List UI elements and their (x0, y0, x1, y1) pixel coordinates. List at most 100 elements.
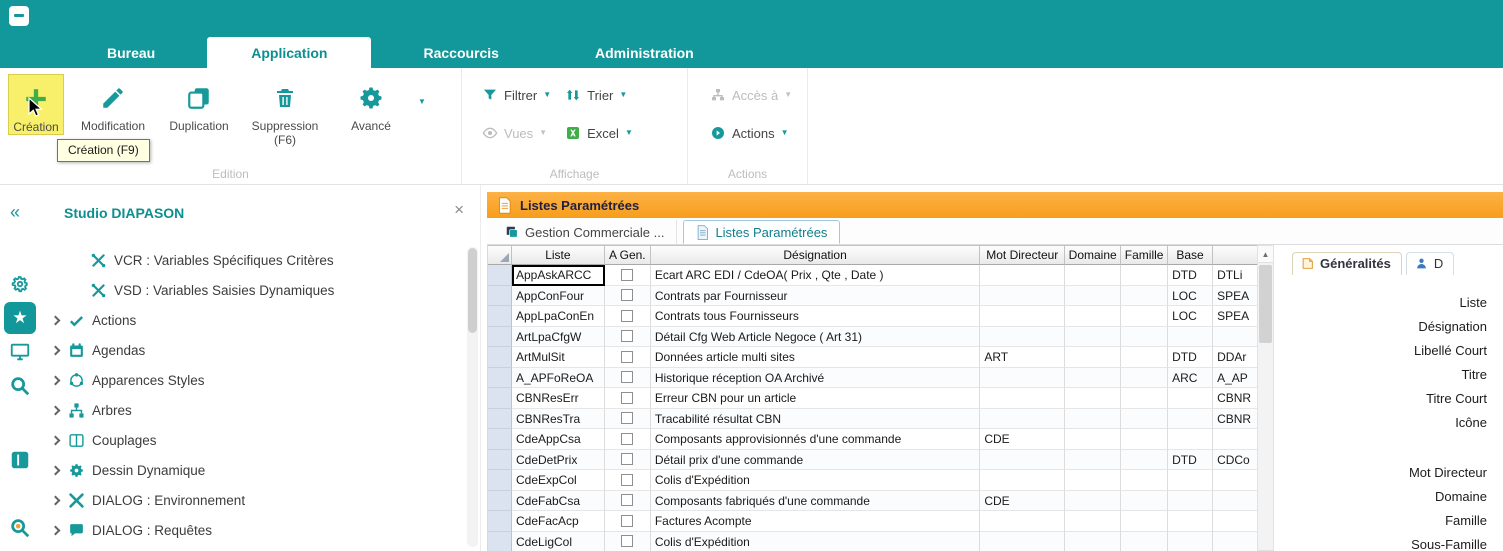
cell-designation[interactable]: Colis d'Expédition (651, 532, 981, 551)
tree-item-arbres[interactable]: Arbres (40, 395, 467, 425)
cell-base[interactable] (1168, 491, 1213, 512)
cell-extra[interactable]: CBNR (1213, 409, 1257, 430)
filtrer-button[interactable]: Filtrer ▼ (482, 84, 551, 106)
expander-icon[interactable] (46, 497, 64, 504)
row-selector[interactable] (488, 470, 512, 491)
cell-base[interactable] (1168, 388, 1213, 409)
table-row[interactable]: ArtLpaCfgW Détail Cfg Web Article Negoce … (488, 327, 1257, 348)
app-window-icon[interactable] (9, 6, 29, 26)
cell-liste[interactable]: A_APFoReOA (512, 368, 605, 389)
tree-item-dialog-requetes[interactable]: DIALOG : Requêtes (40, 515, 467, 545)
column-header-Désignation[interactable]: Désignation (651, 245, 981, 265)
cell-base[interactable]: LOC (1168, 286, 1213, 307)
tree-item-vsd[interactable]: VSD : Variables Saisies Dynamiques (40, 275, 467, 305)
a-gen-checkbox[interactable] (621, 453, 633, 465)
a-gen-checkbox[interactable] (621, 474, 633, 486)
cell-liste[interactable]: CdeAppCsa (512, 429, 605, 450)
tab-listes-parametrees[interactable]: Listes Paramétrées (683, 220, 840, 244)
cell-mot[interactable] (980, 470, 1065, 491)
modification-button[interactable]: Modification (70, 74, 156, 133)
expander-icon[interactable] (46, 527, 64, 534)
cell-liste[interactable]: CdeLigCol (512, 532, 605, 551)
cell-domaine[interactable] (1065, 347, 1121, 368)
cell-famille[interactable] (1121, 306, 1168, 327)
cell-famille[interactable] (1121, 286, 1168, 307)
cell-gen[interactable] (605, 450, 651, 471)
expander-icon[interactable] (46, 317, 64, 324)
tree-item-dialog-environnement[interactable]: DIALOG : Environnement (40, 485, 467, 515)
cell-gen[interactable] (605, 532, 651, 551)
cell-designation[interactable]: Tracabilité résultat CBN (651, 409, 981, 430)
cell-designation[interactable]: Erreur CBN pour un article (651, 388, 981, 409)
cell-base[interactable] (1168, 327, 1213, 348)
cell-gen[interactable] (605, 409, 651, 430)
cell-extra[interactable] (1213, 429, 1257, 450)
cell-base[interactable]: LOC (1168, 306, 1213, 327)
row-selector[interactable] (488, 347, 512, 368)
cell-designation[interactable]: Contrats par Fournisseur (651, 286, 981, 307)
tree-item-vcr[interactable]: VCR : Variables Spécifiques Critères (40, 245, 467, 275)
cell-liste[interactable]: CdeExpCol (512, 470, 605, 491)
table-row[interactable]: CdeAppCsaComposants approvisionnés d'une… (488, 429, 1257, 450)
tab-gestion-commerciale[interactable]: Gestion Commerciale ... (493, 220, 677, 244)
cell-liste[interactable]: CdeDetPrix (512, 450, 605, 471)
table-row[interactable]: AppLpaConEnContrats tous FournisseursLOC… (488, 306, 1257, 327)
actions-button[interactable]: Actions ▼ (710, 122, 807, 144)
trier-button[interactable]: Trier ▼ (565, 84, 633, 106)
cell-famille[interactable] (1121, 429, 1168, 450)
cell-mot[interactable]: ART (980, 347, 1065, 368)
a-gen-checkbox[interactable] (621, 535, 633, 547)
cell-base[interactable] (1168, 429, 1213, 450)
a-gen-checkbox[interactable] (621, 412, 633, 424)
row-selector[interactable] (488, 388, 512, 409)
cell-mot[interactable] (980, 532, 1065, 551)
expander-icon[interactable] (46, 467, 64, 474)
cell-domaine[interactable] (1065, 532, 1121, 551)
cell-extra[interactable] (1213, 327, 1257, 348)
cell-designation[interactable]: Composants fabriqués d'une commande (651, 491, 981, 512)
cell-domaine[interactable] (1065, 511, 1121, 532)
tab-bureau[interactable]: Bureau (63, 37, 199, 68)
cell-domaine[interactable] (1065, 491, 1121, 512)
expander-icon[interactable] (46, 437, 64, 444)
table-row[interactable]: AppConFourContrats par FournisseurLOCSPE… (488, 286, 1257, 307)
cell-famille[interactable] (1121, 327, 1168, 348)
cell-domaine[interactable] (1065, 450, 1121, 471)
cell-domaine[interactable] (1065, 409, 1121, 430)
a-gen-checkbox[interactable] (621, 494, 633, 506)
row-selector[interactable] (488, 368, 512, 389)
query-icon[interactable] (4, 512, 36, 544)
cell-extra[interactable]: A_AP (1213, 368, 1257, 389)
cell-liste[interactable]: CdeFacAcp (512, 511, 605, 532)
cell-liste[interactable]: CdeFabCsa (512, 491, 605, 512)
column-header-A Gen.[interactable]: A Gen. (605, 245, 651, 265)
tab-raccourcis[interactable]: Raccourcis (379, 37, 542, 68)
a-gen-checkbox[interactable] (621, 289, 633, 301)
a-gen-checkbox[interactable] (621, 330, 633, 342)
cell-famille[interactable] (1121, 511, 1168, 532)
cell-extra[interactable] (1213, 532, 1257, 551)
row-selector[interactable] (488, 532, 512, 551)
cell-gen[interactable] (605, 347, 651, 368)
tree-scrollbar-thumb[interactable] (468, 248, 477, 333)
cell-designation[interactable]: Détail Cfg Web Article Negoce ( Art 31) (651, 327, 981, 348)
cell-gen[interactable] (605, 491, 651, 512)
cell-liste[interactable]: ArtLpaCfgW (512, 327, 605, 348)
column-header-Domaine[interactable]: Domaine (1065, 245, 1121, 265)
row-selector[interactable] (488, 491, 512, 512)
row-selector[interactable] (488, 429, 512, 450)
cell-famille[interactable] (1121, 388, 1168, 409)
cell-extra[interactable]: DTLi (1213, 265, 1257, 286)
cell-mot[interactable]: CDE (980, 429, 1065, 450)
scrollbar-thumb[interactable] (1259, 265, 1272, 343)
cell-domaine[interactable] (1065, 306, 1121, 327)
column-header-Mot Directeur[interactable]: Mot Directeur (980, 245, 1065, 265)
cell-liste[interactable]: CBNResTra (512, 409, 605, 430)
row-selector[interactable] (488, 306, 512, 327)
cell-gen[interactable] (605, 265, 651, 286)
acces-a-button[interactable]: Accès à ▼ (710, 84, 807, 106)
cell-base[interactable] (1168, 409, 1213, 430)
select-all-corner[interactable] (488, 245, 512, 265)
a-gen-checkbox[interactable] (621, 269, 633, 281)
tab-partial[interactable]: D (1406, 252, 1454, 275)
